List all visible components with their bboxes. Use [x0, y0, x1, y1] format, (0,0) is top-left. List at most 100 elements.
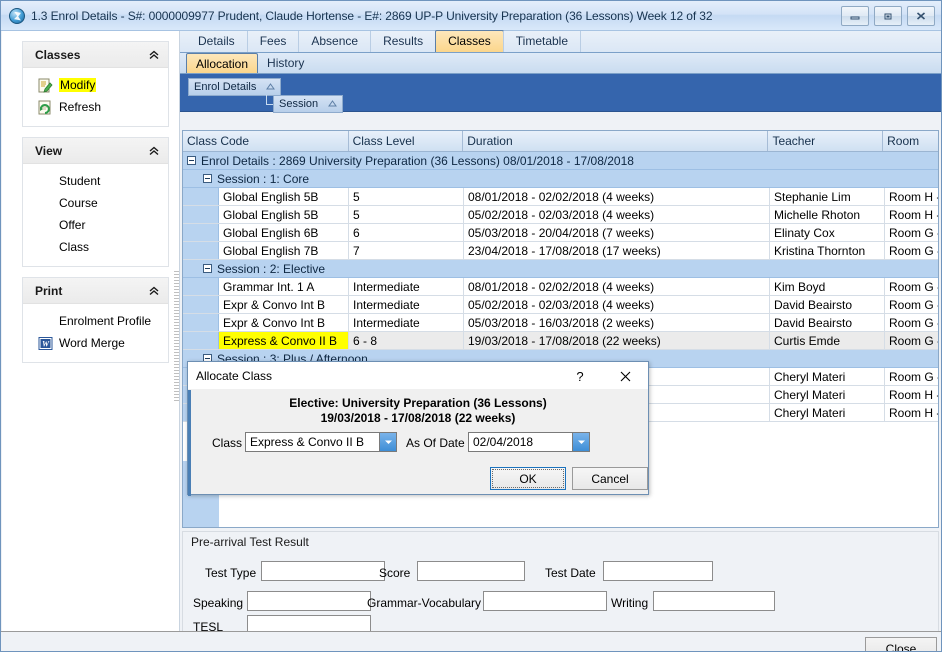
group-chip-label-session: Session: [279, 98, 318, 110]
label-as-of-date: As Of Date: [406, 436, 465, 450]
table-row[interactable]: Expr & Convo Int B Intermediate 05/02/20…: [183, 296, 938, 314]
sidebar-item-course[interactable]: Course: [23, 192, 168, 214]
sort-ascending-icon[interactable]: [328, 98, 337, 110]
tab-classes[interactable]: Classes: [435, 30, 504, 52]
chevron-up-icon[interactable]: [148, 285, 160, 297]
cell-room: Room G -: [885, 224, 939, 241]
column-header-room[interactable]: Room: [883, 131, 938, 151]
cell-class-level: 5: [349, 188, 464, 205]
tab-results[interactable]: Results: [370, 31, 436, 52]
collapse-icon[interactable]: [187, 156, 196, 165]
restore-button[interactable]: [874, 6, 902, 26]
group-chip-session[interactable]: Session: [273, 95, 343, 113]
cell-teacher: Kim Boyd: [770, 278, 885, 295]
cell-class-level: Intermediate: [349, 296, 464, 313]
sidebar-item-label-word-merge: Word Merge: [59, 336, 125, 350]
subtab-history[interactable]: History: [258, 53, 313, 73]
tab-timetable[interactable]: Timetable: [503, 31, 581, 52]
as-of-date-dropdown[interactable]: 02/04/2018: [468, 432, 590, 452]
ok-button[interactable]: OK: [490, 467, 566, 490]
cell-class-level: Intermediate: [349, 314, 464, 331]
cell-class-level: 6 - 8: [349, 332, 464, 349]
table-row[interactable]: Grammar Int. 1 A Intermediate 08/01/2018…: [183, 278, 938, 296]
panel-header-view[interactable]: View: [23, 138, 168, 164]
column-header-class-level[interactable]: Class Level: [349, 131, 464, 151]
table-row[interactable]: Global English 6B 6 05/03/2018 - 20/04/2…: [183, 224, 938, 242]
window-controls: [841, 6, 935, 26]
window-title: 1.3 Enrol Details - S#: 0000009977 Prude…: [31, 9, 712, 23]
tab-details[interactable]: Details: [186, 31, 248, 52]
group-chip-enrol-details[interactable]: Enrol Details: [188, 78, 281, 96]
input-writing[interactable]: [653, 591, 775, 611]
cell-class-level: Intermediate: [349, 278, 464, 295]
input-test-type[interactable]: [261, 561, 385, 581]
sidebar: Classes Modify: [2, 31, 180, 631]
row-indent: [183, 332, 219, 349]
chevron-up-icon[interactable]: [148, 49, 160, 61]
table-row[interactable]: Global English 5B 5 08/01/2018 - 02/02/2…: [183, 188, 938, 206]
row-indent: [183, 242, 219, 259]
group-row-enrol-details[interactable]: Enrol Details : 2869 University Preparat…: [183, 152, 938, 170]
table-row[interactable]: Global English 5B 5 05/02/2018 - 02/03/2…: [183, 206, 938, 224]
close-button[interactable]: [907, 6, 935, 26]
cell-class-code: Global English 6B: [219, 224, 349, 241]
chevron-up-icon[interactable]: [148, 145, 160, 157]
sidebar-item-modify[interactable]: Modify: [23, 74, 168, 96]
help-icon[interactable]: ?: [568, 366, 592, 386]
group-row-session-2[interactable]: Session : 2: Elective: [183, 260, 938, 278]
class-dropdown[interactable]: Express & Convo II B: [245, 432, 397, 452]
minimize-button[interactable]: [841, 6, 869, 26]
group-row-label: Session : 1: Core: [217, 172, 309, 186]
panel-header-print[interactable]: Print: [23, 278, 168, 304]
cell-class-code: Grammar Int. 1 A: [219, 278, 349, 295]
tab-fees[interactable]: Fees: [247, 31, 300, 52]
subtab-allocation[interactable]: Allocation: [186, 53, 258, 73]
cell-teacher: Cheryl Materi: [770, 386, 885, 403]
sidebar-splitter[interactable]: [174, 271, 179, 401]
sidebar-item-refresh[interactable]: Refresh: [23, 96, 168, 118]
input-speaking[interactable]: [247, 591, 371, 611]
panel-body-classes: Modify Refresh: [23, 68, 168, 126]
cancel-button[interactable]: Cancel: [572, 467, 648, 490]
sidebar-item-label-class: Class: [59, 240, 89, 254]
chevron-down-icon[interactable]: [379, 433, 396, 451]
collapse-icon[interactable]: [203, 174, 212, 183]
table-row-selected[interactable]: Express & Convo II B 6 - 8 19/03/2018 - …: [183, 332, 938, 350]
class-dropdown-value: Express & Convo II B: [246, 435, 379, 449]
sidebar-item-student[interactable]: Student: [23, 170, 168, 192]
input-test-date[interactable]: [603, 561, 713, 581]
dialog-close-icon[interactable]: [610, 366, 640, 386]
cell-duration: 08/01/2018 - 02/02/2018 (4 weeks): [464, 278, 770, 295]
dialog-title: Allocate Class: [196, 369, 272, 383]
grid-header-row: Class Code Class Level Duration Teacher …: [183, 131, 938, 152]
cell-class-code: Expr & Convo Int B: [219, 296, 349, 313]
label-speaking: Speaking: [193, 596, 243, 610]
panel-header-classes[interactable]: Classes: [23, 42, 168, 68]
column-header-teacher[interactable]: Teacher: [768, 131, 883, 151]
cell-class-code: Global English 5B: [219, 188, 349, 205]
collapse-icon[interactable]: [203, 264, 212, 273]
sidebar-item-offer[interactable]: Offer: [23, 214, 168, 236]
table-row[interactable]: Global English 7B 7 23/04/2018 - 17/08/2…: [183, 242, 938, 260]
cell-class-level: 6: [349, 224, 464, 241]
column-header-class-code[interactable]: Class Code: [183, 131, 349, 151]
input-grammar-vocabulary[interactable]: [483, 591, 607, 611]
close-window-button[interactable]: Close: [865, 637, 937, 652]
tab-absence[interactable]: Absence: [298, 31, 371, 52]
cell-teacher: Kristina Thornton: [770, 242, 885, 259]
column-header-duration[interactable]: Duration: [463, 131, 768, 151]
sidebar-item-word-merge[interactable]: W Word Merge: [23, 332, 168, 354]
sidebar-item-label-course: Course: [59, 196, 98, 210]
sidebar-item-class[interactable]: Class: [23, 236, 168, 258]
sidebar-item-enrolment-profile[interactable]: Enrolment Profile: [23, 310, 168, 332]
dialog-heading: Elective: University Preparation (36 Les…: [188, 396, 648, 426]
group-row-session-1[interactable]: Session : 1: Core: [183, 170, 938, 188]
chevron-down-icon[interactable]: [572, 433, 589, 451]
cell-teacher: Cheryl Materi: [770, 368, 885, 385]
input-score[interactable]: [417, 561, 525, 581]
dialog-title-bar: Allocate Class ?: [188, 362, 648, 390]
sort-ascending-icon[interactable]: [266, 81, 275, 93]
cell-teacher: Elinaty Cox: [770, 224, 885, 241]
table-row[interactable]: Expr & Convo Int B Intermediate 05/03/20…: [183, 314, 938, 332]
panel-title-classes: Classes: [35, 48, 148, 62]
